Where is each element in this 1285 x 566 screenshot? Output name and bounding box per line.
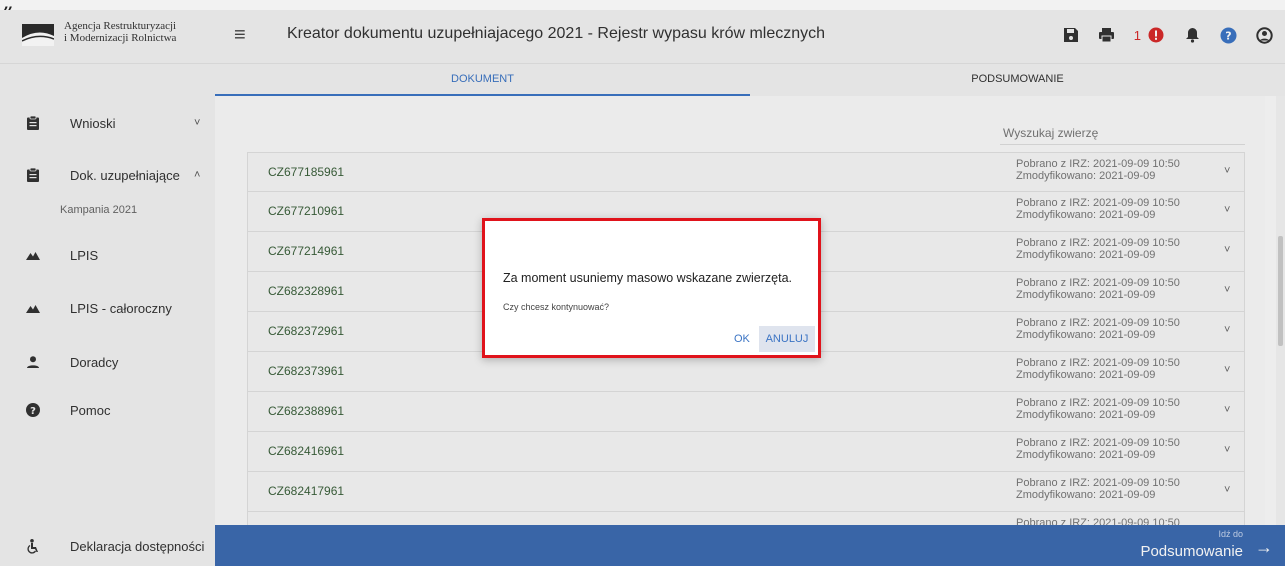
dialog-title: Za moment usuniemy masowo wskazane zwier… <box>503 271 793 285</box>
app-window: „ Agencja Restrukturyzacji i Modernizacj… <box>0 0 1285 566</box>
dialog-text: Czy chcesz kontynuować? <box>503 302 610 312</box>
cancel-button[interactable]: ANULUJ <box>759 326 815 352</box>
confirm-dialog: Za moment usuniemy masowo wskazane zwier… <box>482 218 821 358</box>
ok-button[interactable]: OK <box>734 326 750 352</box>
